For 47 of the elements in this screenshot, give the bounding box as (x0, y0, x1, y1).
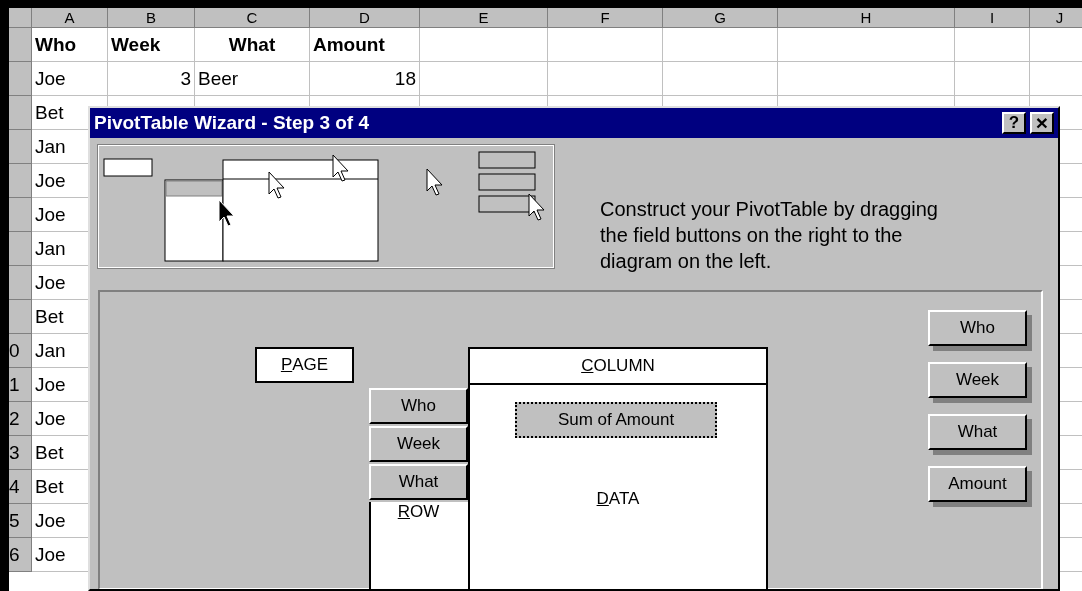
row-header[interactable] (9, 96, 32, 130)
header-letter[interactable]: I (955, 8, 1030, 28)
row-header[interactable]: 0 (9, 334, 32, 368)
corner-header (9, 8, 32, 28)
header-letter[interactable]: H (778, 8, 955, 28)
row-header[interactable]: 1 (9, 368, 32, 402)
table-cell: Amount (310, 28, 420, 62)
header-letter[interactable]: D (310, 8, 420, 28)
header-letter[interactable]: J (1030, 8, 1082, 28)
column-drop-area[interactable]: COLUMN (468, 347, 768, 385)
row-header[interactable] (9, 300, 32, 334)
row-header[interactable] (9, 198, 32, 232)
row-header[interactable] (9, 28, 32, 62)
row-header[interactable] (9, 130, 32, 164)
header-letter[interactable]: F (548, 8, 663, 28)
table-cell: Joe (32, 62, 108, 96)
row-label: ROW (396, 502, 441, 522)
row-header[interactable] (9, 266, 32, 300)
table-cell: Who (32, 28, 108, 62)
header-letter[interactable]: A (32, 8, 108, 28)
field-button[interactable]: What (369, 464, 468, 500)
page-drop-area[interactable]: PAGE (255, 347, 354, 383)
help-button[interactable]: ? (1002, 112, 1026, 134)
row-header[interactable]: 5 (9, 504, 32, 538)
field-button[interactable]: Sum of Amount (515, 402, 717, 438)
table-cell: What (195, 28, 310, 62)
row-header[interactable] (9, 164, 32, 198)
header-letter[interactable]: G (663, 8, 778, 28)
data-label: DATA (595, 489, 641, 509)
header-letter[interactable]: E (420, 8, 548, 28)
header-letter[interactable]: B (108, 8, 195, 28)
row-header[interactable]: 3 (9, 436, 32, 470)
field-button[interactable]: Who (369, 388, 468, 424)
table-cell: Beer (195, 62, 310, 96)
row-drop-area[interactable] (369, 502, 468, 589)
table-cell: Week (108, 28, 195, 62)
row-header[interactable] (9, 232, 32, 266)
field-button[interactable]: Week (369, 426, 468, 462)
table-cell: 18 (310, 62, 420, 96)
header-letter[interactable]: C (195, 8, 310, 28)
close-button[interactable]: × (1030, 112, 1054, 134)
instructions-text: Construct your PivotTable by dragging the field buttons on the right to the diagram on the left. (600, 197, 939, 274)
row-header[interactable] (9, 62, 32, 96)
table-cell: 3 (108, 62, 195, 96)
row-header[interactable]: 2 (9, 402, 32, 436)
row-header[interactable]: 4 (9, 470, 32, 504)
row-header[interactable]: 6 (9, 538, 32, 572)
